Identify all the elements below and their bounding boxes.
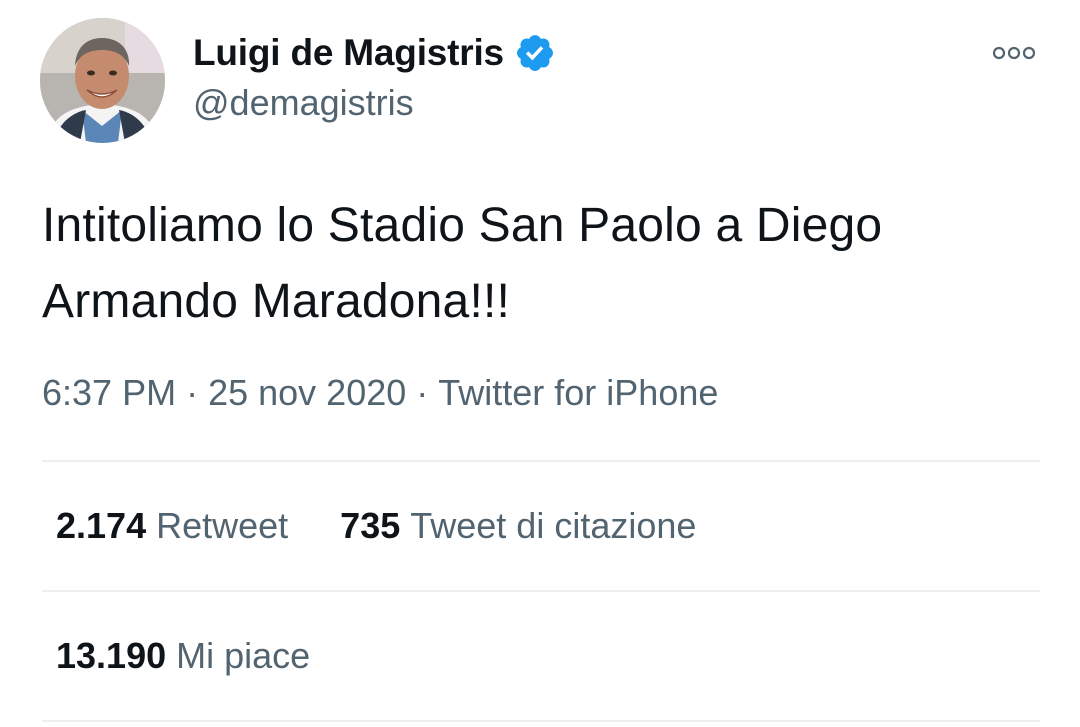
retweet-label: Retweet xyxy=(156,505,289,546)
tweet-source[interactable]: Twitter for iPhone xyxy=(438,372,718,414)
quote-tweet-label: Tweet di citazione xyxy=(410,505,697,546)
likes-label: Mi piace xyxy=(176,635,311,676)
engagement-row: 2.174 Retweet 735 Tweet di citazione xyxy=(56,505,696,547)
likes-stat[interactable]: 13.190 Mi piace xyxy=(56,635,310,677)
likes-row: 13.190 Mi piace xyxy=(56,635,310,677)
author-name[interactable]: Luigi de Magistris xyxy=(193,32,504,74)
meta-separator: · xyxy=(416,372,429,413)
tweet-date[interactable]: 25 nov 2020 xyxy=(208,372,406,414)
quote-tweet-count: 735 xyxy=(340,505,401,546)
avatar[interactable] xyxy=(40,18,165,143)
author-handle[interactable]: @demagistris xyxy=(193,82,414,124)
retweet-count: 2.174 xyxy=(56,505,147,546)
verified-badge-icon xyxy=(514,32,556,74)
more-options-icon[interactable] xyxy=(990,38,1038,68)
divider xyxy=(42,590,1040,592)
tweet-time[interactable]: 6:37 PM xyxy=(42,372,176,414)
author-name-row: Luigi de Magistris xyxy=(193,30,556,76)
retweet-stat[interactable]: 2.174 Retweet xyxy=(56,505,288,547)
likes-count: 13.190 xyxy=(56,635,167,676)
divider xyxy=(42,460,1040,462)
divider xyxy=(42,720,1040,722)
avatar-photo xyxy=(40,18,165,143)
tweet-meta: 6:37 PM · 25 nov 2020 · Twitter for iPho… xyxy=(42,372,718,414)
quote-tweet-stat[interactable]: 735 Tweet di citazione xyxy=(340,505,696,547)
tweet-text: Intitoliamo lo Stadio San Paolo a Diego … xyxy=(42,199,883,328)
meta-separator: · xyxy=(186,372,199,413)
